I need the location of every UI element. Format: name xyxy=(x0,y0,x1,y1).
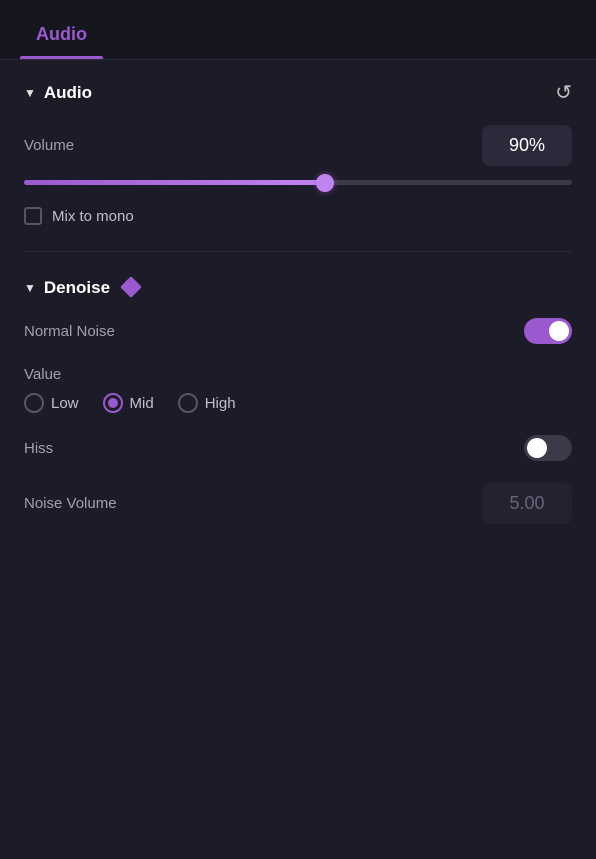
denoise-section-header: ▼ Denoise xyxy=(24,278,572,298)
denoise-chevron-icon[interactable]: ▼ xyxy=(24,281,36,295)
normal-noise-toggle-knob xyxy=(549,321,569,341)
radio-option-low[interactable]: Low xyxy=(24,393,79,413)
radio-label-high: High xyxy=(205,395,236,412)
noise-volume-row: Noise Volume 5.00 xyxy=(24,483,572,524)
radio-option-high[interactable]: High xyxy=(178,393,236,413)
radio-group: Low Mid High xyxy=(24,393,572,413)
audio-title-left: ▼ Audio xyxy=(24,83,92,103)
tab-audio-label: Audio xyxy=(36,24,87,44)
main-content: ▼ Audio ↺ Volume 90% Mix to mono xyxy=(0,60,596,859)
normal-noise-toggle[interactable] xyxy=(524,318,572,344)
volume-slider-container[interactable] xyxy=(24,176,572,189)
normal-noise-label: Normal Noise xyxy=(24,323,115,340)
radio-option-mid[interactable]: Mid xyxy=(103,393,154,413)
normal-noise-row: Normal Noise xyxy=(24,318,572,344)
volume-slider-fill xyxy=(24,180,325,185)
volume-control-row: Volume 90% xyxy=(24,125,572,166)
audio-chevron-icon[interactable]: ▼ xyxy=(24,86,36,100)
hiss-row: Hiss xyxy=(24,435,572,461)
audio-section-header: ▼ Audio ↺ xyxy=(24,80,572,105)
radio-circle-mid xyxy=(103,393,123,413)
tab-audio[interactable]: Audio xyxy=(20,14,103,59)
volume-value-box[interactable]: 90% xyxy=(482,125,572,166)
mix-to-mono-row: Mix to mono xyxy=(24,207,572,225)
value-group-label: Value xyxy=(24,366,572,383)
noise-volume-value: 5.00 xyxy=(482,483,572,524)
hiss-toggle[interactable] xyxy=(524,435,572,461)
denoise-section-title: Denoise xyxy=(44,278,110,298)
radio-label-low: Low xyxy=(51,395,79,412)
radio-circle-low xyxy=(24,393,44,413)
mix-to-mono-checkbox[interactable] xyxy=(24,207,42,225)
denoise-title-left: ▼ Denoise xyxy=(24,278,140,298)
app-container: Audio ▼ Audio ↺ Volume 90% xyxy=(0,0,596,859)
section-divider xyxy=(24,251,572,252)
mix-to-mono-label: Mix to mono xyxy=(52,208,134,225)
audio-reset-icon[interactable]: ↺ xyxy=(555,80,572,105)
volume-slider-track xyxy=(24,180,572,185)
premium-diamond-icon xyxy=(120,276,142,298)
volume-slider-thumb[interactable] xyxy=(316,174,334,192)
denoise-section: ▼ Denoise Normal Noise Value Low xyxy=(0,258,596,544)
volume-label: Volume xyxy=(24,137,74,154)
tab-bar: Audio xyxy=(0,0,596,60)
audio-section-title: Audio xyxy=(44,83,92,103)
value-group: Value Low Mid High xyxy=(24,366,572,413)
radio-label-mid: Mid xyxy=(130,395,154,412)
hiss-label: Hiss xyxy=(24,440,53,457)
noise-volume-label: Noise Volume xyxy=(24,495,117,512)
radio-circle-high xyxy=(178,393,198,413)
audio-section: ▼ Audio ↺ Volume 90% Mix to mono xyxy=(0,60,596,245)
hiss-toggle-knob xyxy=(527,438,547,458)
